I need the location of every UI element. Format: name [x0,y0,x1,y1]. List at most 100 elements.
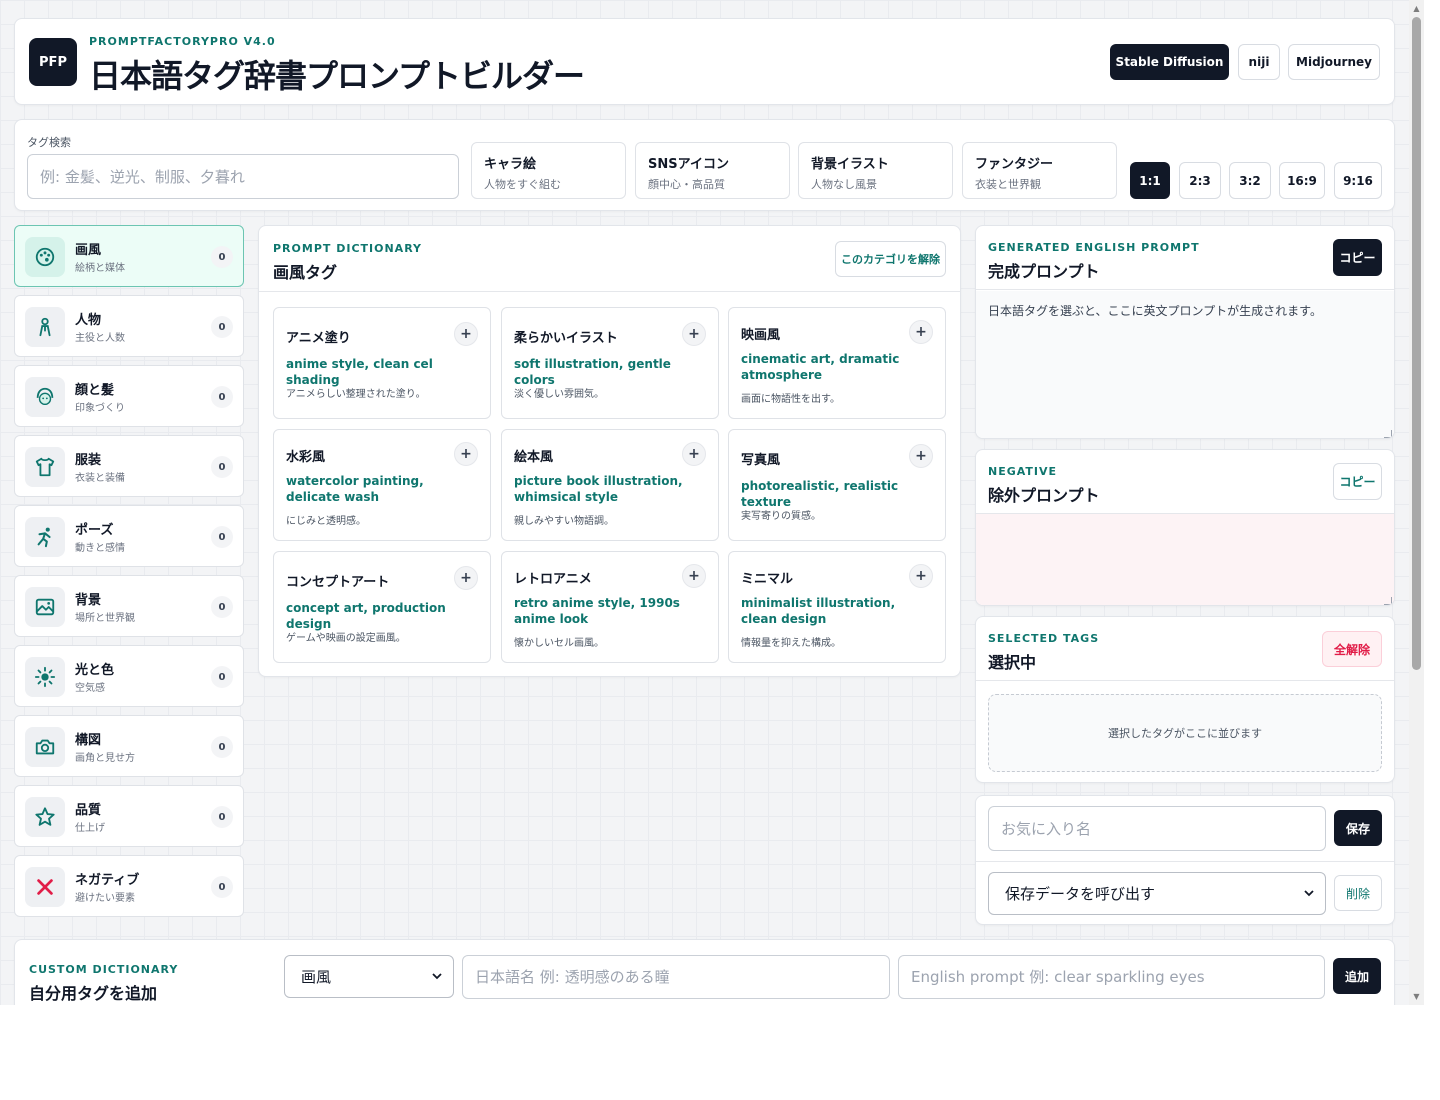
custom-category-value: 画風 [301,968,332,986]
category-clothing[interactable]: 服装 衣装と装備 0 [14,435,244,497]
model-button-niji[interactable]: niji [1238,44,1280,80]
generated-prompt-textarea[interactable]: 日本語タグを選ぶと、ここに英文プロンプトが生成されます。 [976,291,1394,438]
category-background[interactable]: 背景 場所と世界観 0 [14,575,244,637]
custom-japanese-name-input[interactable] [462,955,890,999]
category-subtitle: 避けたい要素 [75,893,135,904]
custom-dictionary-title: 自分用タグを追加 [29,984,158,1003]
ratio-button-1-1[interactable]: 1:1 [1130,162,1170,199]
category-name: 服装 [75,453,102,468]
generated-prompt-title: 完成プロンプト [988,262,1100,281]
tag-english: cinematic art, dramatic atmosphere [741,352,900,382]
category-light-color[interactable]: 光と色 空気感 0 [14,645,244,707]
negative-prompt-textarea[interactable] [976,514,1394,605]
category-person[interactable]: 人物 主役と人数 0 [14,295,244,357]
add-tag-button[interactable]: + [909,564,933,588]
ratio-button-3-2[interactable]: 3:2 [1229,162,1271,199]
add-tag-button[interactable]: + [909,320,933,344]
tag-description: 親しみやすい物語調。 [514,516,614,527]
ratio-button-16-9[interactable]: 16:9 [1279,162,1325,199]
favorite-name-input[interactable] [988,806,1326,851]
tag-card[interactable]: 水彩風 + watercolor painting, delicate wash… [273,429,491,541]
tag-english: soft illustration, gentle colors [514,357,671,387]
tag-search-input[interactable] [27,154,459,199]
category-composition[interactable]: 構図 画角と見せ方 0 [14,715,244,777]
category-subtitle: 仕上げ [75,823,105,834]
model-button-midjourney[interactable]: Midjourney [1288,44,1380,80]
negative-prompt-header: NEGATIVE 除外プロンプト コピー [976,450,1394,514]
add-tag-button[interactable]: + [454,322,478,346]
model-button-stable-diffusion[interactable]: Stable Diffusion [1110,44,1229,80]
tag-card[interactable]: 柔らかいイラスト + soft illustration, gentle col… [501,307,719,419]
tag-name: 水彩風 [286,450,326,465]
category-quality[interactable]: 品質 仕上げ 0 [14,785,244,847]
category-name: 背景 [75,593,102,608]
category-subtitle: 空気感 [75,683,105,694]
add-tag-button[interactable]: + [682,322,706,346]
category-negative[interactable]: ネガティブ 避けたい要素 0 [14,855,244,917]
clear-category-button[interactable]: このカテゴリを解除 [835,241,946,277]
copy-negative-button[interactable]: コピー [1333,463,1382,500]
tag-name: 映画風 [741,328,781,343]
category-count-badge: 0 [211,596,233,618]
category-subtitle: 場所と世界観 [75,613,135,624]
ratio-button-2-3[interactable]: 2:3 [1179,162,1221,199]
page-scrollbar[interactable]: ▲ ▼ [1409,0,1424,1005]
category-face-hair[interactable]: 顔と髪 印象づくり 0 [14,365,244,427]
tag-card[interactable]: 絵本風 + picture book illustration, whimsic… [501,429,719,541]
tag-card[interactable]: レトロアニメ + retro anime style, 1990s anime … [501,551,719,663]
custom-category-select[interactable]: 画風 [284,955,454,998]
preset-background[interactable]: 背景イラスト 人物なし風景 [798,142,953,199]
tag-card[interactable]: 写真風 + photorealistic, realistic texture … [728,429,946,541]
preset-character[interactable]: キャラ絵 人物をすぐ組む [471,142,626,199]
category-count-badge: 0 [211,736,233,758]
add-tag-button[interactable]: + [454,442,478,466]
category-art-style[interactable]: 画風 絵柄と媒体 0 [14,225,244,287]
scroll-up-arrow-icon[interactable]: ▲ [1409,1,1424,16]
delete-favorite-button[interactable]: 削除 [1334,875,1382,911]
shirt-icon [25,447,65,487]
add-custom-tag-button[interactable]: 追加 [1333,958,1381,994]
tag-card[interactable]: ミニマル + minimalist illustration, clean de… [728,551,946,663]
category-count-badge: 0 [211,456,233,478]
tag-description: アニメらしい整理された塗り。 [286,389,426,400]
add-tag-button[interactable]: + [454,566,478,590]
load-favorite-select[interactable]: 保存データを呼び出す [988,872,1326,915]
preset-fantasy[interactable]: ファンタジー 衣装と世界観 [962,142,1117,199]
preset-title: ファンタジー [975,157,1054,172]
selected-tags-panel: SELECTED TAGS 選択中 全解除 選択したタグがここに並びます [975,616,1395,783]
add-tag-button[interactable]: + [682,442,706,466]
custom-dictionary-eyebrow: CUSTOM DICTIONARY [29,963,179,976]
scrollbar-thumb[interactable] [1412,17,1421,670]
selected-tags-dropzone: 選択したタグがここに並びます [988,694,1382,772]
tag-english: minimalist illustration, clean design [741,596,896,626]
scroll-down-arrow-icon[interactable]: ▼ [1409,989,1424,1004]
ratio-button-9-16[interactable]: 9:16 [1334,162,1382,199]
custom-dictionary-panel: CUSTOM DICTIONARY 自分用タグを追加 画風 追加 [14,939,1395,1005]
preset-sns-icon[interactable]: SNSアイコン 顔中心・高品質 [635,142,790,199]
add-tag-button[interactable]: + [909,444,933,468]
tag-card[interactable]: 映画風 + cinematic art, dramatic atmosphere… [728,307,946,419]
tag-name: レトロアニメ [514,572,592,587]
dictionary-eyebrow: PROMPT DICTIONARY [273,242,423,255]
tag-name: ミニマル [741,572,794,587]
custom-english-prompt-input[interactable] [898,955,1325,999]
resize-handle-icon[interactable] [1384,597,1392,605]
category-subtitle: 衣装と装備 [75,473,125,484]
preset-subtitle: 顔中心・高品質 [648,178,725,191]
copy-prompt-button[interactable]: コピー [1333,239,1382,276]
save-favorite-button[interactable]: 保存 [1334,810,1382,846]
preset-subtitle: 人物なし風景 [811,178,877,191]
category-name: 人物 [75,313,102,328]
resize-handle-icon[interactable] [1384,430,1392,438]
tag-card[interactable]: アニメ塗り + anime style, clean cel shading ア… [273,307,491,419]
clear-all-button[interactable]: 全解除 [1322,631,1382,667]
tag-name: 柔らかいイラスト [514,331,618,346]
category-name: 構図 [75,733,102,748]
tag-description: 懐かしいセル画風。 [514,638,604,649]
category-subtitle: 主役と人数 [75,333,125,344]
tag-card[interactable]: コンセプトアート + concept art, production desig… [273,551,491,663]
category-pose[interactable]: ポーズ 動きと感情 0 [14,505,244,567]
sun-icon [25,657,65,697]
add-tag-button[interactable]: + [682,564,706,588]
category-count-badge: 0 [211,386,233,408]
